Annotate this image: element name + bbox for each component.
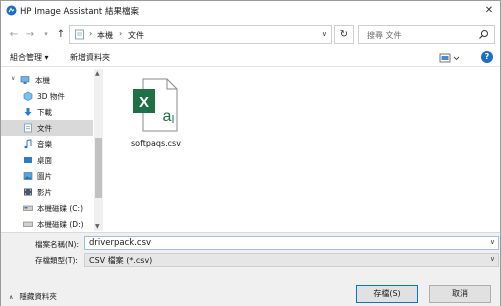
new-folder-button[interactable]: 新增資料夾 xyxy=(70,52,110,63)
sidebar-item-desktop[interactable]: 桌面 xyxy=(1,152,93,168)
filename-label: 檔案名稱(N): xyxy=(35,240,79,249)
chevron-down-icon[interactable]: ∨ xyxy=(490,255,495,263)
breadcrumb-separator-icon[interactable]: › xyxy=(119,29,122,38)
sidebar-item-label: 3D 物件 xyxy=(37,92,65,101)
breadcrumb-documents[interactable]: 文件 xyxy=(128,30,144,41)
documents-folder-icon xyxy=(75,29,84,40)
scrollbar-thumb[interactable] xyxy=(95,138,102,198)
sidebar-item-drive-d[interactable]: 本機磁碟 (D:) xyxy=(1,216,93,232)
search-icon xyxy=(479,30,488,39)
drive-icon xyxy=(23,205,33,211)
sidebar-item-videos[interactable]: 影片 xyxy=(1,184,93,200)
help-icon[interactable]: ? xyxy=(481,51,493,63)
hide-folders-label: 隱藏資料夾 xyxy=(19,292,57,301)
close-button[interactable]: ✕ xyxy=(482,4,496,18)
chevron-up-icon: ∧ xyxy=(9,294,14,301)
sidebar-item-label: 文件 xyxy=(37,124,52,133)
sidebar-item-pictures[interactable]: 圖片 xyxy=(1,168,93,184)
documents-icon xyxy=(24,123,32,133)
address-bar[interactable]: › 本機 › 文件 ∨ xyxy=(69,25,332,44)
back-arrow-icon[interactable]: ← xyxy=(8,28,20,41)
breadcrumb-separator-icon[interactable]: › xyxy=(89,29,92,38)
sidebar-item-label: 本機磁碟 (D:) xyxy=(37,220,84,229)
desktop-icon xyxy=(24,157,32,163)
navigation-pane: ∨ 本機 3D 物件 下載 文件 音樂 桌面 圖片 影片 本機磁碟 (C:) 本… xyxy=(1,69,104,231)
search-placeholder: 搜尋 文件 xyxy=(367,31,402,40)
sidebar-item-label: 圖片 xyxy=(37,172,52,181)
sidebar-item-label: 本機 xyxy=(35,76,50,85)
drive-icon xyxy=(23,221,33,227)
sidebar-item-label: 本機磁碟 (C:) xyxy=(37,204,83,213)
chevron-down-icon[interactable]: ∨ xyxy=(322,30,327,38)
sidebar-scrollbar[interactable]: ▲ ▼ xyxy=(94,69,103,231)
title-bar: HP Image Assistant 結果檔案 ✕ xyxy=(1,1,500,21)
sidebar-item-this-pc[interactable]: ∨ 本機 xyxy=(1,72,93,88)
navigation-bar: ← → ▾ ↑ › 本機 › 文件 ∨ ↻ 搜尋 文件 xyxy=(1,23,500,47)
pictures-icon xyxy=(23,172,33,180)
recent-locations-chevron-icon[interactable]: ▾ xyxy=(40,28,52,41)
save-dialog: HP Image Assistant 結果檔案 ✕ ← → ▾ ↑ › 本機 ›… xyxy=(0,0,501,306)
sidebar-item-label: 音樂 xyxy=(37,140,52,149)
organize-button[interactable]: 組合管理 ▾ xyxy=(10,52,49,63)
filename-value[interactable]: driverpack.csv xyxy=(89,238,151,248)
computer-icon xyxy=(20,76,30,84)
sidebar-item-music[interactable]: 音樂 xyxy=(1,136,93,152)
file-name: softpaqs.csv xyxy=(131,139,181,148)
save-button[interactable]: 存檔(S) xyxy=(356,285,418,303)
filetype-select[interactable]: CSV 檔案 (*.csv) ∨ xyxy=(84,253,499,267)
sidebar-item-documents[interactable]: 文件 xyxy=(1,120,93,136)
hp-image-assistant-icon xyxy=(6,5,17,16)
filename-input[interactable]: driverpack.csv ∨ xyxy=(84,236,499,250)
hide-folders-toggle[interactable]: ∧ 隱藏資料夾 xyxy=(9,291,57,302)
sidebar-item-label: 影片 xyxy=(37,188,52,197)
download-icon xyxy=(24,108,32,116)
scroll-up-icon[interactable]: ▲ xyxy=(95,70,100,77)
search-input[interactable]: 搜尋 文件 xyxy=(358,25,495,44)
excel-csv-icon: X a xyxy=(133,78,178,132)
scroll-down-icon[interactable]: ▼ xyxy=(95,223,100,230)
cancel-button[interactable]: 取消 xyxy=(429,285,491,303)
command-bar: 組合管理 ▾ 新增資料夾 ? xyxy=(1,49,500,67)
svg-text:a: a xyxy=(163,108,172,125)
save-form: 檔案名稱(N): driverpack.csv ∨ 存檔類型(T): CSV 檔… xyxy=(1,232,500,306)
forward-arrow-icon[interactable]: → xyxy=(24,28,36,41)
breadcrumb-this-pc[interactable]: 本機 xyxy=(97,30,113,41)
change-view-icon[interactable] xyxy=(439,52,461,64)
filetype-label: 存檔類型(T): xyxy=(35,256,78,265)
file-item[interactable]: X a softpaqs.csv xyxy=(125,77,187,155)
sidebar-item-label: 下載 xyxy=(37,108,52,117)
chevron-down-icon[interactable]: ∨ xyxy=(11,75,15,82)
sidebar-item-drive-c[interactable]: 本機磁碟 (C:) xyxy=(1,200,93,216)
chevron-down-icon[interactable]: ∨ xyxy=(490,238,495,246)
sidebar-item-label: 桌面 xyxy=(37,156,52,165)
videos-icon xyxy=(24,188,32,196)
sidebar-item-downloads[interactable]: 下載 xyxy=(1,104,93,120)
refresh-icon[interactable]: ↻ xyxy=(334,25,354,44)
filetype-value: CSV 檔案 (*.csv) xyxy=(89,256,153,265)
up-arrow-icon[interactable]: ↑ xyxy=(55,28,67,41)
svg-text:X: X xyxy=(139,94,149,111)
3d-objects-icon xyxy=(23,91,33,101)
sidebar-item-3d-objects[interactable]: 3D 物件 xyxy=(1,88,93,104)
music-icon xyxy=(24,139,32,149)
file-list: X a softpaqs.csv xyxy=(105,69,500,231)
window-title: HP Image Assistant 結果檔案 xyxy=(20,7,139,17)
